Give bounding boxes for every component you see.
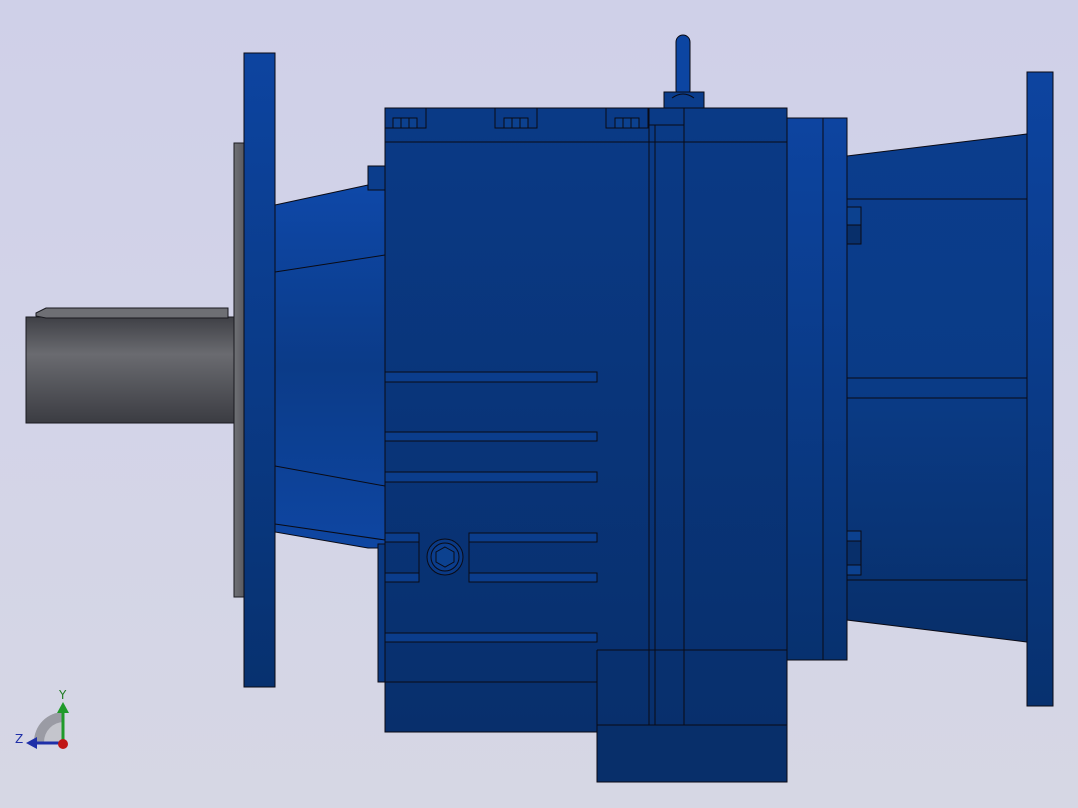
bolt-icon <box>846 206 862 245</box>
output-flange[interactable] <box>243 52 276 688</box>
axis-label-y: Y <box>59 688 67 702</box>
housing-rib <box>384 632 598 643</box>
bolt-icon <box>494 107 538 129</box>
bolt-icon <box>384 107 427 129</box>
housing-rib <box>384 371 598 383</box>
output-shaft[interactable] <box>25 307 239 424</box>
gear-housing[interactable] <box>384 107 788 733</box>
housing-rib <box>384 572 420 583</box>
drain-plug-icon[interactable] <box>426 538 464 576</box>
bolt-icon <box>846 530 862 576</box>
housing-rib <box>384 471 598 483</box>
bolt-icon <box>605 107 649 129</box>
axis-label-z: Z <box>15 732 24 746</box>
housing-rib <box>384 532 420 543</box>
housing-foot[interactable] <box>596 724 788 783</box>
shaft-key <box>35 307 229 319</box>
adapter-ring[interactable] <box>786 117 824 661</box>
motor-body[interactable] <box>846 133 1028 643</box>
x-axis-dot <box>58 739 68 749</box>
motor-end-flange[interactable] <box>1026 71 1054 707</box>
output-cone[interactable] <box>274 165 387 683</box>
gearbox-model[interactable] <box>0 0 1078 808</box>
cad-viewport[interactable]: Y Z <box>0 0 1078 808</box>
housing-rib <box>468 532 598 543</box>
housing-rib <box>468 572 598 583</box>
coordinate-triad <box>26 702 69 749</box>
adapter-ring-outer[interactable] <box>822 117 848 661</box>
lifting-eye-icon[interactable] <box>663 34 705 109</box>
housing-rib <box>384 431 598 442</box>
